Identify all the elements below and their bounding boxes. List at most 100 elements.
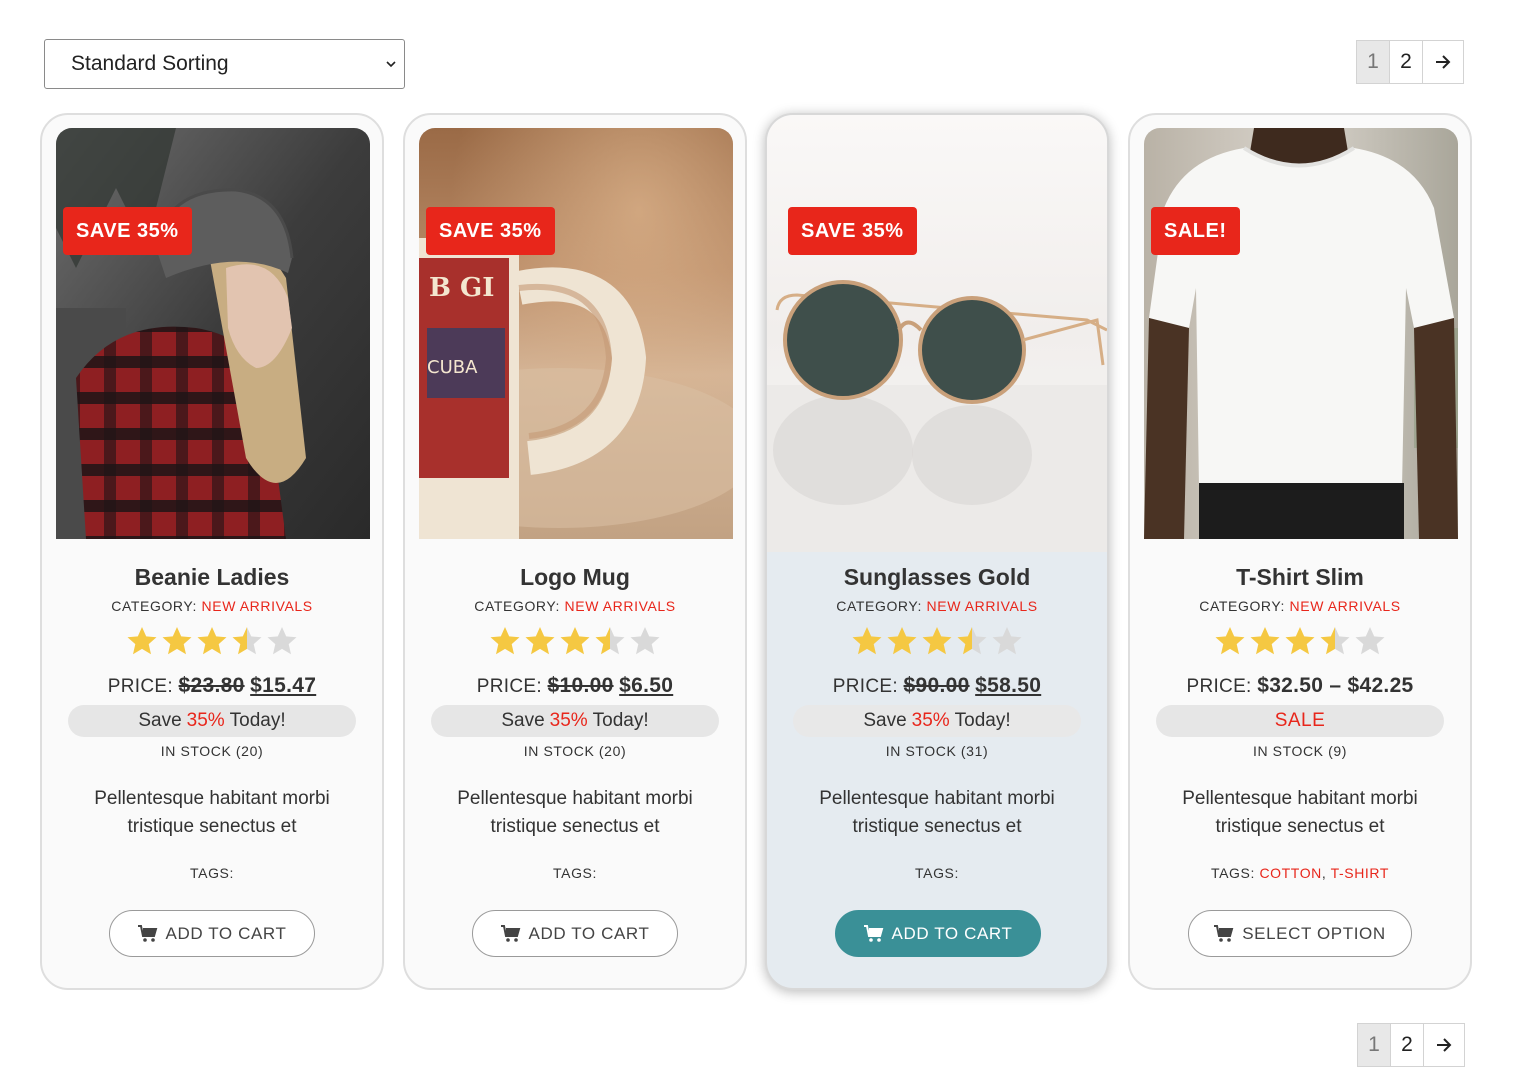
sale-badge: SALE! <box>1151 207 1240 255</box>
price-range: $32.50 – $42.25 <box>1257 674 1414 697</box>
product-category: CATEGORY: NEW ARRIVALS <box>1130 596 1470 616</box>
cart-icon <box>500 924 520 942</box>
star-icon <box>267 627 297 655</box>
star-icon <box>1285 627 1315 655</box>
chevron-down-icon <box>386 61 396 68</box>
product-card[interactable]: SAVE 35% Sunglasses Gold CATEGORY: NEW A… <box>765 113 1109 990</box>
discount-badge: SAVE 35% <box>788 207 917 255</box>
star-icon <box>127 627 157 655</box>
category-link[interactable]: NEW ARRIVALS <box>927 598 1038 614</box>
page-1-button[interactable]: 1 <box>1357 1023 1391 1067</box>
product-category: CATEGORY: NEW ARRIVALS <box>767 596 1107 616</box>
product-description: Pellentesque habitant morbi tristique se… <box>819 788 1055 837</box>
save-percent: 35% <box>549 710 588 731</box>
sort-select[interactable]: Standard Sorting <box>44 39 405 89</box>
product-tags: TAGS: <box>405 863 745 883</box>
next-page-button[interactable] <box>1423 1023 1465 1067</box>
savings-banner: Save 35% Today! <box>431 705 719 737</box>
star-icon <box>1355 627 1385 655</box>
product-image[interactable] <box>1144 128 1458 539</box>
price-label: PRICE: <box>832 676 898 697</box>
savings-banner: Save 35% Today! <box>68 705 356 737</box>
tag-link-t-shirt[interactable]: T-SHIRT <box>1331 865 1389 881</box>
tags-label: TAGS: <box>1210 865 1255 881</box>
button-label: ADD TO CART <box>165 923 287 943</box>
old-price: $10.00 <box>547 674 614 697</box>
page-1-button[interactable]: 1 <box>1356 40 1390 84</box>
star-icon <box>232 627 262 655</box>
star-icon <box>887 627 917 655</box>
add-to-cart-button[interactable]: ADD TO CART <box>109 910 315 957</box>
product-image[interactable]: B GI CUBA <box>419 128 733 539</box>
product-image[interactable] <box>56 128 370 539</box>
category-link[interactable]: NEW ARRIVALS <box>1290 598 1401 614</box>
discount-badge: SAVE 35% <box>63 207 192 255</box>
save-suffix: Today! <box>592 710 649 731</box>
svg-text:B GI: B GI <box>429 273 494 303</box>
product-category: CATEGORY: NEW ARRIVALS <box>405 596 745 616</box>
cart-icon <box>137 924 157 942</box>
button-label: SELECT OPTION <box>1242 923 1386 943</box>
star-icon <box>922 627 952 655</box>
select-option-button[interactable]: SELECT OPTION <box>1188 910 1412 957</box>
star-icon <box>490 627 520 655</box>
arrow-right-icon <box>1437 1038 1452 1052</box>
product-price: PRICE: $10.00 $6.50 <box>405 673 745 700</box>
save-percent: 35% <box>911 710 950 731</box>
stock-status: IN STOCK (20) <box>160 743 264 759</box>
star-icon <box>630 627 660 655</box>
product-card[interactable]: B GI CUBA SAVE 35% Logo Mug CATEGORY: NE… <box>403 113 747 990</box>
cart-icon <box>863 924 883 942</box>
tags-label: TAGS: <box>553 865 597 881</box>
star-icon <box>197 627 227 655</box>
product-price: PRICE: $23.80 $15.47 <box>42 673 382 700</box>
star-icon <box>1215 627 1245 655</box>
product-tags: TAGS: <box>767 863 1107 883</box>
tag-link-cotton[interactable]: COTTON <box>1259 865 1321 881</box>
save-percent: 35% <box>186 710 225 731</box>
old-price: $90.00 <box>903 674 970 697</box>
button-label: ADD TO CART <box>891 923 1013 943</box>
category-link[interactable]: NEW ARRIVALS <box>202 598 313 614</box>
arrow-right-icon <box>1436 55 1451 69</box>
product-tags: TAGS: <box>42 863 382 883</box>
category-link[interactable]: NEW ARRIVALS <box>565 598 676 614</box>
star-icon <box>1320 627 1350 655</box>
product-card[interactable]: SALE! T-Shirt Slim CATEGORY: NEW ARRIVAL… <box>1128 113 1472 990</box>
stock-status: IN STOCK (20) <box>523 743 627 759</box>
product-title[interactable]: Logo Mug <box>405 562 745 592</box>
stock-status: IN STOCK (9) <box>1252 743 1348 759</box>
pagination-bottom: 1 2 <box>1357 1023 1465 1067</box>
page-2-button[interactable]: 2 <box>1389 40 1423 84</box>
tags-label: TAGS: <box>915 865 959 881</box>
discount-badge: SAVE 35% <box>426 207 555 255</box>
category-label: CATEGORY: <box>1199 598 1286 614</box>
add-to-cart-button[interactable]: ADD TO CART <box>835 910 1041 957</box>
cart-icon <box>1214 924 1234 942</box>
button-label: ADD TO CART <box>528 923 650 943</box>
page-2-button[interactable]: 2 <box>1390 1023 1424 1067</box>
product-description: Pellentesque habitant morbi tristique se… <box>1182 788 1418 837</box>
star-icon <box>992 627 1022 655</box>
star-icon <box>525 627 555 655</box>
product-title[interactable]: Sunglasses Gold <box>767 562 1107 592</box>
rating-stars <box>767 625 1107 659</box>
product-image[interactable] <box>767 115 1107 552</box>
stock-status: IN STOCK (31) <box>885 743 989 759</box>
save-suffix: Today! <box>954 710 1011 731</box>
svg-text:CUBA: CUBA <box>427 357 478 378</box>
star-icon <box>852 627 882 655</box>
category-label: CATEGORY: <box>836 598 923 614</box>
price-label: PRICE: <box>107 676 173 697</box>
sale-price: $6.50 <box>619 674 674 697</box>
rating-stars <box>42 625 382 659</box>
star-icon <box>162 627 192 655</box>
next-page-button[interactable] <box>1422 40 1464 84</box>
add-to-cart-button[interactable]: ADD TO CART <box>472 910 678 957</box>
sort-select-value: Standard Sorting <box>71 52 229 75</box>
product-title[interactable]: T-Shirt Slim <box>1130 562 1470 592</box>
product-card[interactable]: SAVE 35% Beanie Ladies CATEGORY: NEW ARR… <box>40 113 384 990</box>
product-title[interactable]: Beanie Ladies <box>42 562 382 592</box>
sale-price: $58.50 <box>975 674 1042 697</box>
category-label: CATEGORY: <box>111 598 198 614</box>
